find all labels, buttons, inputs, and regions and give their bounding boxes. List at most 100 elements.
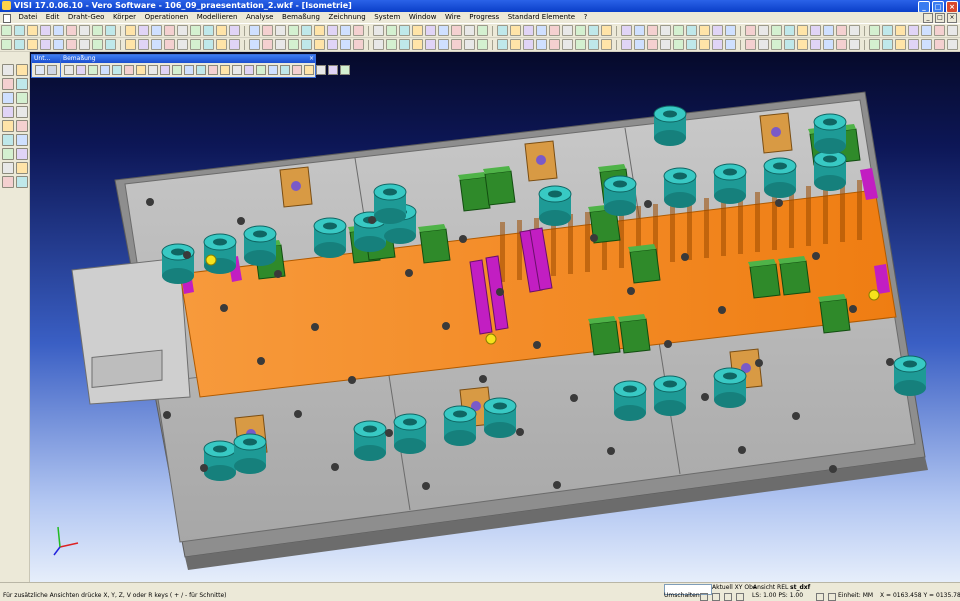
layer-label[interactable]: st_dxf [790,584,810,592]
left-tool-icon-1[interactable] [2,64,14,76]
dimension-tool-icon-4[interactable] [100,64,110,75]
modeling-tool-icon-49[interactable] [660,39,671,50]
dimension-tool-icon-3[interactable] [88,64,98,75]
main-tool-icon-47[interactable] [634,25,645,36]
left-tool-icon-15[interactable] [2,162,14,174]
main-tool-icon-26[interactable] [340,25,351,36]
left-tool-icon-7[interactable] [2,106,14,118]
dimension-tool-icon-23[interactable] [328,64,338,75]
dimension-tool-icon-5[interactable] [112,64,122,75]
menu-progress[interactable]: Progress [466,12,502,23]
main-tool-icon-13[interactable] [164,25,175,36]
main-tool-icon-69[interactable] [934,25,945,36]
modeling-tool-icon-6[interactable] [66,39,77,50]
view-name-label[interactable]: Ansicht REL [753,584,788,592]
menu-datei[interactable]: Datei [16,12,41,23]
main-tool-icon-16[interactable] [203,25,214,36]
main-tool-icon-49[interactable] [660,25,671,36]
main-tool-icon-58[interactable] [784,25,795,36]
modeling-tool-icon-62[interactable] [836,39,847,50]
modeling-tool-icon-17[interactable] [216,39,227,50]
modeling-tool-icon-25[interactable] [327,39,338,50]
menu-edit[interactable]: Edit [43,12,63,23]
left-tool-icon-8[interactable] [16,106,28,118]
main-tool-icon-59[interactable] [797,25,808,36]
menu-window[interactable]: Window [406,12,440,23]
modeling-tool-icon-40[interactable] [536,39,547,50]
main-tool-icon-46[interactable] [621,25,632,36]
modeling-tool-icon-2[interactable] [14,39,25,50]
dimension-tool-icon-6[interactable] [124,64,134,75]
main-tool-icon-61[interactable] [823,25,834,36]
main-tool-icon-2[interactable] [14,25,25,36]
modeling-tool-icon-21[interactable] [275,39,286,50]
left-tool-icon-11[interactable] [2,134,14,146]
modeling-tool-icon-53[interactable] [712,39,723,50]
mode-toggle[interactable]: Umschalten [664,592,700,600]
dimension-tool-icon-21[interactable] [304,64,314,75]
dimension-tool-icon-9[interactable] [160,64,170,75]
left-tool-icon-3[interactable] [2,78,14,90]
modeling-tool-icon-37[interactable] [497,39,508,50]
menu-help[interactable]: ? [581,12,591,23]
modeling-tool-icon-13[interactable] [164,39,175,50]
main-tool-icon-35[interactable] [464,25,475,36]
main-tool-icon-17[interactable] [216,25,227,36]
modeling-tool-icon-39[interactable] [523,39,534,50]
modeling-tool-icon-36[interactable] [477,39,488,50]
main-tool-icon-37[interactable] [497,25,508,36]
left-tool-icon-6[interactable] [16,92,28,104]
modeling-tool-icon-65[interactable] [882,39,893,50]
modeling-tool-icon-32[interactable] [425,39,436,50]
main-tool-icon-20[interactable] [262,25,273,36]
doc-close-button[interactable]: × [947,13,957,23]
main-tool-icon-43[interactable] [575,25,586,36]
main-tool-icon-27[interactable] [353,25,364,36]
main-tool-icon-70[interactable] [947,25,958,36]
select-icon[interactable] [47,64,57,75]
modeling-tool-icon-70[interactable] [947,39,958,50]
main-tool-icon-42[interactable] [562,25,573,36]
main-tool-icon-23[interactable] [301,25,312,36]
dimension-tool-icon-7[interactable] [136,64,146,75]
modeling-tool-icon-28[interactable] [373,39,384,50]
modeling-tool-icon-50[interactable] [673,39,684,50]
dimension-tool-icon-20[interactable] [292,64,302,75]
main-tool-icon-54[interactable] [725,25,736,36]
modeling-tool-icon-45[interactable] [601,39,612,50]
modeling-tool-icon-54[interactable] [725,39,736,50]
modeling-tool-icon-41[interactable] [549,39,560,50]
main-tool-icon-24[interactable] [314,25,325,36]
modeling-tool-icon-66[interactable] [895,39,906,50]
main-tool-icon-28[interactable] [373,25,384,36]
main-tool-icon-62[interactable] [836,25,847,36]
menu-zeichnung[interactable]: Zeichnung [326,12,369,23]
modeling-tool-icon-61[interactable] [823,39,834,50]
modeling-tool-icon-9[interactable] [105,39,116,50]
main-tool-icon-38[interactable] [510,25,521,36]
main-tool-icon-22[interactable] [288,25,299,36]
main-tool-icon-33[interactable] [438,25,449,36]
main-tool-icon-48[interactable] [647,25,658,36]
modeling-tool-icon-23[interactable] [301,39,312,50]
modeling-tool-icon-52[interactable] [699,39,710,50]
modeling-tool-icon-64[interactable] [869,39,880,50]
modeling-tool-icon-26[interactable] [340,39,351,50]
panel-close-icon[interactable]: × [309,55,314,63]
left-tool-icon-17[interactable] [2,176,14,188]
main-tool-icon-4[interactable] [40,25,51,36]
main-tool-icon-14[interactable] [177,25,188,36]
dimension-tool-icon-10[interactable] [172,64,182,75]
modeling-tool-icon-35[interactable] [464,39,475,50]
modeling-tool-icon-15[interactable] [190,39,201,50]
menu-operationen[interactable]: Operationen [142,12,192,23]
dimension-tool-icon-12[interactable] [196,64,206,75]
main-tool-icon-52[interactable] [699,25,710,36]
left-tool-icon-12[interactable] [16,134,28,146]
menu-modellieren[interactable]: Modellieren [194,12,241,23]
modeling-tool-icon-63[interactable] [849,39,860,50]
main-tool-icon-12[interactable] [151,25,162,36]
main-tool-icon-6[interactable] [66,25,77,36]
modeling-tool-icon-51[interactable] [686,39,697,50]
modeling-tool-icon-31[interactable] [412,39,423,50]
